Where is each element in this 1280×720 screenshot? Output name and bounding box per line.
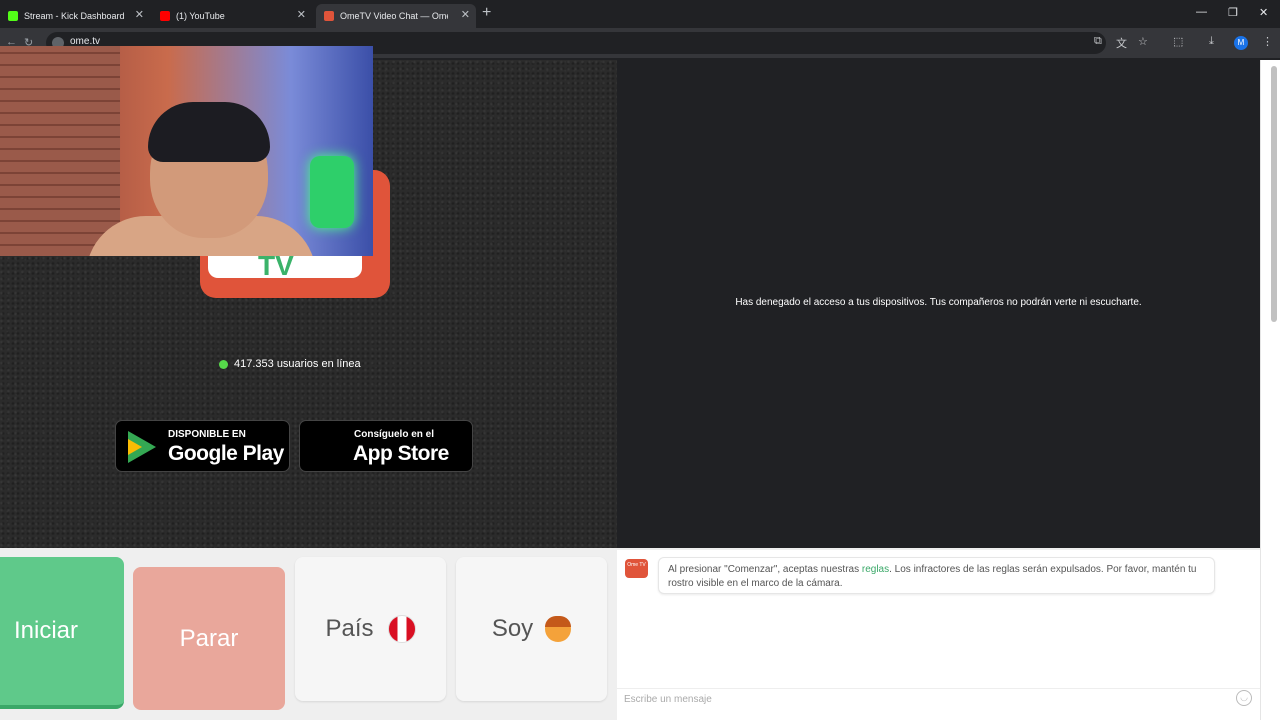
tab-label: OmeTV Video Chat — Ome (340, 11, 448, 21)
gender-label: Soy (491, 615, 534, 642)
tab-label: (1) YouTube (176, 11, 225, 21)
rules-text-before: Al presionar "Comenzar", aceptas nuestra… (668, 564, 862, 575)
google-play-big-text: Google Play (168, 442, 284, 465)
app-store-small-text: Consíguelo en el (354, 429, 435, 440)
tab-ometv[interactable]: OmeTV Video Chat — Ome ✕ (316, 4, 476, 28)
extensions-icon[interactable]: ⬚ (1173, 35, 1183, 48)
country-selector[interactable]: País (295, 557, 446, 701)
webcam-brick-wall (0, 46, 120, 256)
tab-kick-dashboard[interactable]: Stream - Kick Dashboard ✕ (0, 4, 150, 28)
google-play-icon-accent (128, 439, 142, 455)
online-users-status: 417.353 usuarios en línea (219, 358, 361, 370)
download-icon[interactable]: ⤓ (1209, 35, 1214, 48)
boy-avatar-icon (545, 616, 572, 642)
close-icon[interactable]: ✕ (135, 8, 144, 21)
stop-button[interactable]: Parar (133, 567, 285, 710)
install-app-icon[interactable]: ⧉ (1094, 35, 1102, 48)
close-icon[interactable]: ✕ (297, 8, 306, 21)
close-icon[interactable]: ✕ (461, 8, 470, 21)
menu-icon[interactable]: ⋮ (1262, 35, 1273, 48)
chat-ometv-logo: Ome TV (625, 559, 648, 578)
google-play-small-text: DISPONIBLE EN (168, 429, 246, 440)
new-tab-button[interactable]: + (482, 4, 491, 22)
translate-icon[interactable]: 文 (1116, 35, 1127, 51)
stop-button-label: Parar (179, 624, 239, 652)
webcam-overlay (0, 46, 373, 256)
online-dot-icon (219, 359, 228, 369)
rules-link[interactable]: reglas (862, 564, 889, 575)
gender-selector[interactable]: Soy (456, 557, 607, 701)
google-play-badge[interactable]: DISPONIBLE EN Google Play (115, 420, 290, 472)
page-scrollbar[interactable] (1260, 60, 1280, 720)
start-button[interactable]: Iniciar (0, 557, 124, 709)
ometv-favicon-icon (324, 11, 334, 21)
restore-icon[interactable]: ❐ (1228, 6, 1238, 19)
webcam-person-hair (148, 102, 270, 162)
youtube-favicon-icon (160, 11, 170, 21)
country-label: País (325, 615, 374, 642)
rules-message: Al presionar "Comenzar", aceptas nuestra… (658, 557, 1215, 594)
tab-youtube[interactable]: (1) YouTube ✕ (152, 4, 312, 28)
webcam-microphone (310, 156, 354, 228)
kick-favicon-icon (8, 11, 18, 21)
start-button-label: Iniciar (14, 617, 79, 644)
tab-label: Stream - Kick Dashboard (24, 11, 125, 21)
device-denied-message: Has denegado el acceso a tus dispositivo… (735, 297, 1142, 308)
app-store-big-text: App Store (353, 442, 449, 465)
online-count-text: 417.353 usuarios en línea (234, 358, 361, 370)
scrollbar-thumb[interactable] (1271, 66, 1277, 322)
bookmark-star-icon[interactable]: ☆ (1138, 35, 1148, 48)
message-input[interactable]: Escribe un mensaje (617, 688, 1260, 710)
peru-flag-icon (387, 615, 416, 643)
emoji-smiley-icon[interactable]: ◡ (1236, 690, 1252, 706)
close-window-icon[interactable]: ✕ (1259, 6, 1268, 19)
minimize-icon[interactable]: — (1196, 6, 1207, 18)
app-store-badge[interactable]: Consíguelo en el App Store (299, 420, 473, 472)
profile-avatar[interactable]: M (1234, 36, 1248, 50)
